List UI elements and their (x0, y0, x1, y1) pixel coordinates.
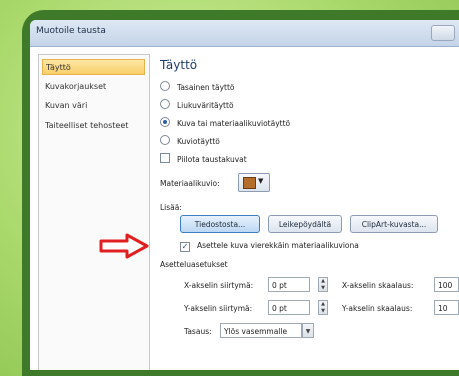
fill-panel: Täyttö Tasainen täyttö Liukuväritäyttö K… (156, 54, 459, 370)
checkbox[interactable] (160, 153, 170, 163)
category-sidebar: Täyttö Kuvakorjaukset Kuvan väri Taiteel… (38, 54, 150, 370)
y-scale-label: Y-akselin skaalaus: (342, 304, 413, 313)
tile-picture-checkbox[interactable]: ✓ Asettele kuva vierekkäin materiaalikuvi… (180, 240, 359, 252)
sidebar-item-tayttö[interactable]: Täyttö (42, 59, 145, 75)
fill-option-pattern[interactable]: Kuviotäyttö (160, 135, 220, 147)
radio-button[interactable] (160, 81, 170, 91)
checkbox-label: Piilota taustakuvat (177, 155, 247, 164)
fill-option-label: Tasainen täyttö (177, 83, 235, 92)
radio-button-selected[interactable] (160, 117, 170, 127)
dialog-title: Muotoile tausta (36, 26, 106, 36)
x-scale-input[interactable]: 100 (434, 277, 459, 292)
window-control-button[interactable] (431, 25, 455, 41)
section-heading: Täyttö (160, 58, 198, 72)
texture-dropdown[interactable]: ▼ (238, 173, 270, 192)
y-scale-input[interactable]: 10 (434, 300, 459, 315)
insert-from-label: Lisää: (160, 203, 182, 212)
y-offset-label: Y-akselin siirtymä: (184, 304, 253, 313)
x-offset-input[interactable]: 0 pt (268, 277, 310, 292)
insert-clipart-button[interactable]: ClipArt-kuvasta... (350, 215, 438, 233)
y-offset-spinner[interactable]: ▲ ▼ (318, 300, 328, 315)
sidebar-item-kuvakorjaukset[interactable]: Kuvakorjaukset (42, 79, 145, 95)
radio-button[interactable] (160, 135, 170, 145)
fill-option-gradient[interactable]: Liukuväritäyttö (160, 99, 234, 111)
texture-label: Materiaalikuvio: (160, 179, 220, 188)
x-scale-label: X-akselin skaalaus: (342, 281, 414, 290)
insert-from-file-button[interactable]: Tiedostosta... (180, 215, 260, 233)
sidebar-item-taiteelliset-tehosteet[interactable]: Taiteelliset tehosteet (42, 118, 145, 134)
y-offset-input[interactable]: 0 pt (268, 300, 310, 315)
alignment-select[interactable]: Ylös vasemmalle (220, 323, 302, 338)
tiling-options-heading: Asetteluasetukset (160, 260, 228, 269)
fill-option-label: Kuviotäyttö (177, 137, 220, 146)
hide-background-checkbox[interactable]: Piilota taustakuvat (160, 153, 247, 165)
x-offset-spinner[interactable]: ▲ ▼ (318, 277, 328, 292)
wood-texture-icon (243, 177, 256, 189)
chevron-down-icon: ▼ (258, 177, 264, 185)
checkbox-label: Asettele kuva vierekkäin materiaalikuvio… (197, 241, 359, 250)
insert-from-clipboard-button[interactable]: Leikepöydältä (268, 215, 342, 233)
fill-option-label: Liukuväritäyttö (177, 101, 234, 110)
title-bar: Muotoile tausta (30, 20, 459, 47)
x-offset-label: X-akselin siirtymä: (184, 281, 254, 290)
checkbox-checked[interactable]: ✓ (180, 242, 190, 252)
fill-option-label: Kuva tai materiaalikuviotäyttö (177, 119, 291, 128)
format-background-dialog: Muotoile tausta Täyttö Kuvakorjaukset Ku… (30, 20, 459, 370)
alignment-label: Tasaus: (184, 327, 212, 336)
fill-option-picture-texture[interactable]: Kuva tai materiaalikuviotäyttö (160, 117, 290, 129)
red-arrow-icon (99, 233, 149, 259)
chevron-down-icon[interactable]: ▼ (302, 323, 314, 338)
sidebar-item-kuvan-vari[interactable]: Kuvan väri (42, 98, 145, 114)
radio-button[interactable] (160, 99, 170, 109)
fill-option-solid[interactable]: Tasainen täyttö (160, 81, 234, 93)
